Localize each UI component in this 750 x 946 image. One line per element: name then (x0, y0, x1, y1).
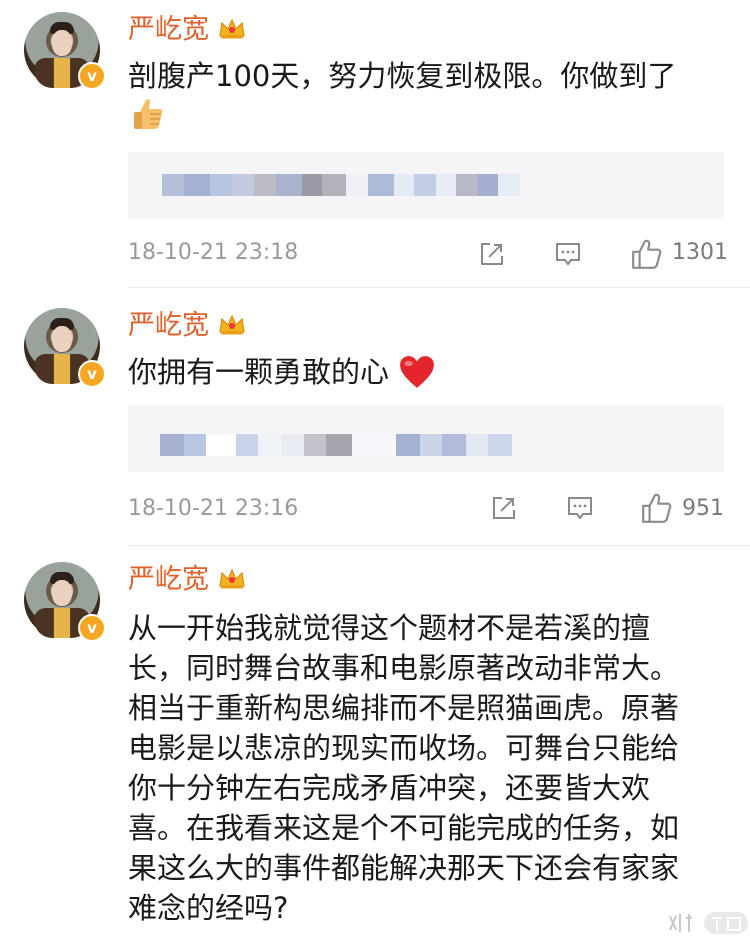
share-icon[interactable] (478, 240, 506, 268)
timestamp: 18-10-21 23:18 (128, 240, 299, 265)
like-icon[interactable] (630, 238, 662, 270)
comment-text: 你拥有一颗勇敢的心 (128, 355, 390, 389)
comment-text-line: 喜。在我看来这是个不可能完成的任务，如 (128, 811, 680, 845)
red-heart-emoji-icon (400, 356, 434, 388)
blurred-text (162, 174, 520, 196)
like-count: 951 (682, 496, 724, 521)
verified-badge-icon: v (78, 62, 106, 90)
like-count: 1301 (672, 240, 728, 265)
comment-text-line: 果这么大的事件都能解决那天下还会有家家 (128, 851, 680, 885)
comment-icon[interactable] (566, 494, 594, 522)
comment-text: 剖腹产100天，努力恢复到极限。你做到了 (128, 59, 677, 93)
share-icon[interactable] (490, 494, 518, 522)
timestamp: 18-10-21 23:16 (128, 496, 299, 521)
comment-text-line: 电影是以悲凉的现实而收场。可舞台只能给 (128, 731, 680, 765)
author-name[interactable]: 严屹宽 (128, 564, 209, 596)
comment-text-line: 难念的经吗? (128, 891, 289, 925)
crown-icon (219, 314, 245, 335)
verified-badge-icon: v (78, 614, 106, 642)
author-name[interactable]: 严屹宽 (128, 14, 209, 46)
author-name[interactable]: 严屹宽 (128, 310, 209, 342)
watermark-logo (669, 912, 748, 934)
comment-text-line: 从一开始我就觉得这个题材不是若溪的擅 (128, 611, 651, 645)
comment-text-line: 你十分钟左右完成矛盾冲突，还要皆大欢 (128, 771, 651, 805)
comment-text-line: 相当于重新构思编排而不是照猫画虎。原著 (128, 691, 680, 725)
comment-icon[interactable] (554, 240, 582, 268)
like-icon[interactable] (640, 492, 672, 524)
crown-icon (219, 568, 245, 589)
blurred-text (160, 434, 512, 456)
comment-2: v 严屹宽 你拥有一颗勇敢的心 18-10-21 23:16 951 (0, 288, 750, 546)
thumbs-up-emoji-icon (134, 99, 163, 129)
comment-text-line: 长，同时舞台故事和电影原著改动非常大。 (128, 651, 680, 685)
quoted-post[interactable] (128, 152, 724, 218)
comment-1: v 严屹宽 剖腹产100天，努力恢复到极限。你做到了 18-10-21 23:1… (0, 0, 750, 288)
crown-icon (219, 18, 245, 39)
comment-3: v 严屹宽 从一开始我就觉得这个题材不是若溪的擅 长，同时舞台故事和电影原著改动… (0, 546, 750, 946)
verified-badge-icon: v (78, 360, 106, 388)
quoted-post[interactable] (128, 406, 724, 472)
